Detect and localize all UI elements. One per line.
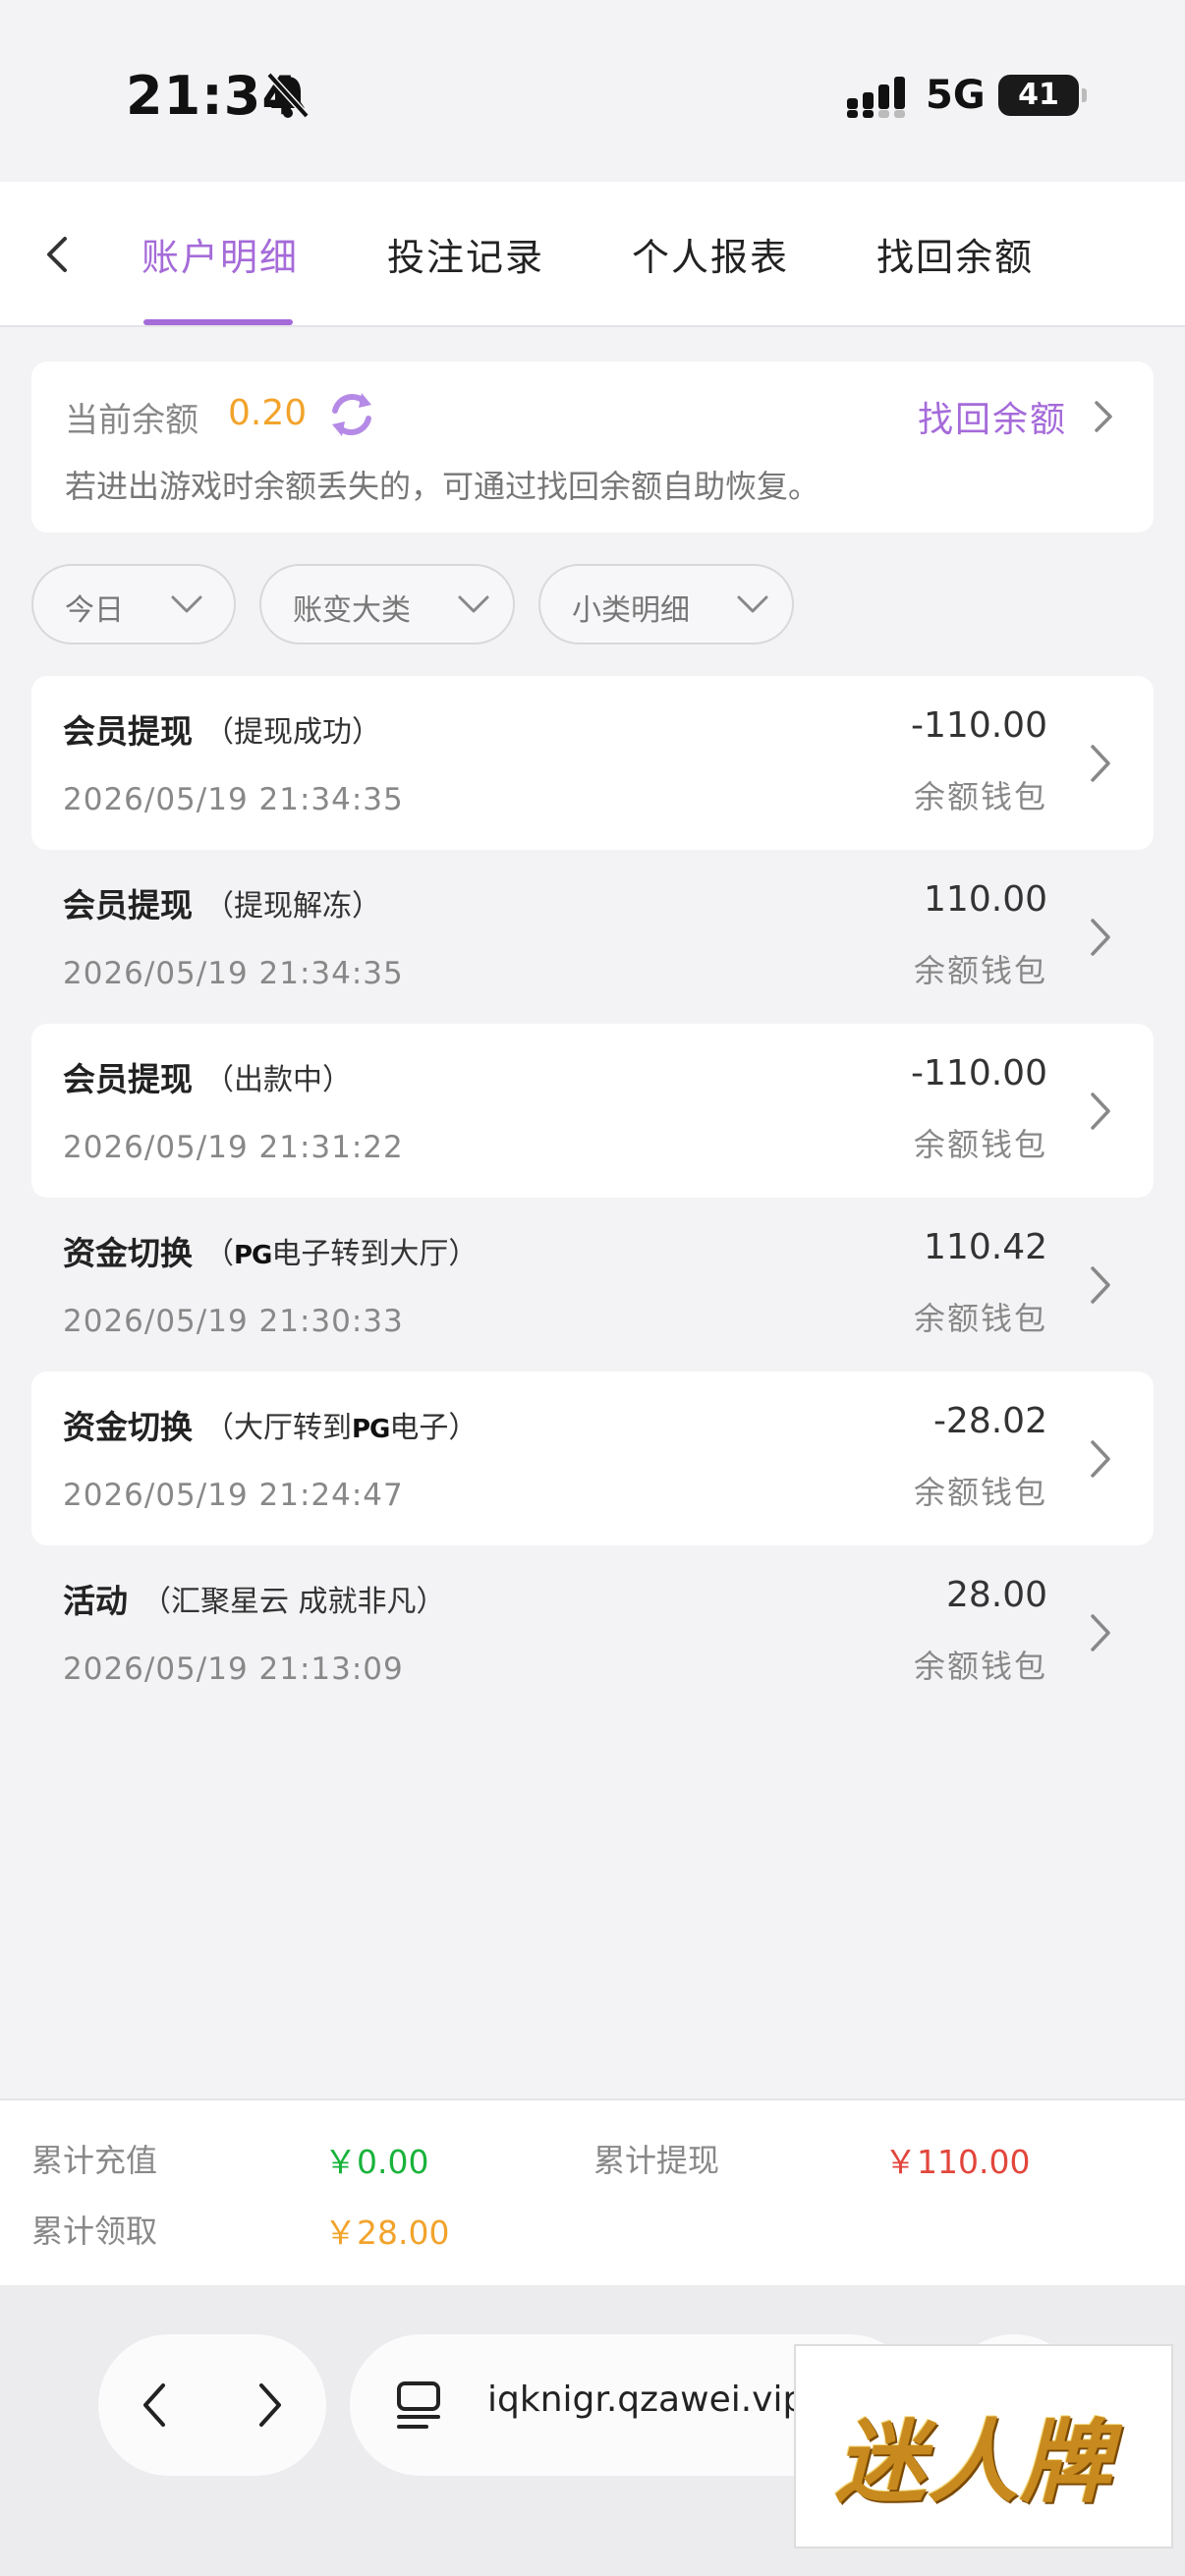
pg-brand: PG <box>352 1415 390 1444</box>
detail-suffix: 电子） <box>389 1411 479 1445</box>
chevron-right-icon <box>1091 1440 1110 1478</box>
filter-date-dropdown[interactable]: 今日 <box>31 564 236 644</box>
records-list: 会员提现 （提现成功） 2026/05/19 21:34:35 -110.00 … <box>31 676 1154 1719</box>
browser-back-icon[interactable] <box>136 2378 175 2433</box>
chevron-right-icon <box>1091 919 1110 956</box>
record-title: 资金切换 <box>63 1234 193 1272</box>
browser-nav-pill <box>98 2334 326 2476</box>
watermark-logo: 迷人牌 <box>794 2344 1173 2548</box>
chevron-right-icon <box>1091 1092 1110 1130</box>
record-date: 2026/05/19 21:34:35 <box>63 782 404 817</box>
list-item[interactable]: 活动 （汇聚星云 成就非凡） 2026/05/19 21:13:09 28.00… <box>31 1545 1154 1719</box>
record-amount: 110.42 <box>924 1227 1047 1267</box>
total-withdraw-value: ￥110.00 <box>884 2143 1031 2181</box>
record-detail: （提现成功） <box>204 715 381 750</box>
chevron-right-icon <box>1091 1614 1110 1652</box>
pg-brand: PG <box>234 1241 272 1270</box>
filter-category-label: 账变大类 <box>293 593 411 628</box>
list-item[interactable]: 会员提现 （提现成功） 2026/05/19 21:34:35 -110.00 … <box>31 676 1154 850</box>
signal-icon <box>847 77 905 118</box>
record-title: 会员提现 <box>63 712 193 751</box>
chevron-right-icon[interactable] <box>1089 397 1118 436</box>
recover-balance-link[interactable]: 找回余额 <box>918 391 1067 442</box>
total-recharge-value: ￥0.00 <box>324 2143 429 2181</box>
filter-category-dropdown[interactable]: 账变大类 <box>259 564 515 644</box>
tab-account-details[interactable]: 账户明细 <box>141 227 299 281</box>
total-claim-label: 累计领取 <box>31 2212 158 2250</box>
detail-suffix: 电子转到大厅） <box>271 1237 479 1271</box>
chevron-right-icon <box>1091 1266 1110 1304</box>
record-date: 2026/05/19 21:24:47 <box>63 1478 404 1513</box>
list-item[interactable]: 资金切换 （PG电子转到大厅） 2026/05/19 21:30:33 110.… <box>31 1198 1154 1372</box>
page-menu-icon[interactable] <box>393 2378 448 2433</box>
filter-subcategory-dropdown[interactable]: 小类明细 <box>538 564 794 644</box>
browser-forward-icon[interactable] <box>250 2378 289 2433</box>
record-detail: （出款中） <box>204 1063 352 1097</box>
balance-value: 0.20 <box>228 393 308 433</box>
filter-subcategory-label: 小类明细 <box>572 593 690 628</box>
total-recharge-label: 累计充值 <box>31 2142 158 2179</box>
balance-card: 当前余额 0.20 找回余额 若进出游戏时余额丢失的，可通过找回余额自助恢复。 <box>31 362 1154 532</box>
url-text: iqknigr.qzawei.vip <box>487 2380 806 2420</box>
watermark-logo-text: 迷人牌 <box>835 2409 1113 2515</box>
detail-prefix: （ <box>204 1237 234 1271</box>
bell-muted-icon <box>266 72 310 119</box>
record-title: 会员提现 <box>63 1060 193 1098</box>
summary-panel: 累计充值 ￥0.00 累计提现 ￥110.00 累计领取 ￥28.00 <box>0 2099 1185 2285</box>
record-title: 会员提现 <box>63 886 193 924</box>
chevron-down-icon <box>171 595 202 613</box>
record-amount: 28.00 <box>945 1575 1047 1615</box>
detail-prefix: （大厅转到 <box>204 1411 352 1445</box>
record-detail: （汇聚星云 成就非凡） <box>141 1585 446 1619</box>
record-wallet: 余额钱包 <box>913 1126 1047 1163</box>
battery-icon: 41 <box>998 75 1087 116</box>
record-date: 2026/05/19 21:30:33 <box>63 1304 404 1339</box>
record-amount: 110.00 <box>924 879 1047 920</box>
chevron-down-icon <box>458 595 489 613</box>
record-detail: （提现解冻） <box>204 889 381 924</box>
network-type: 5G <box>926 73 986 118</box>
list-item[interactable]: 会员提现 （提现解冻） 2026/05/19 21:34:35 110.00 余… <box>31 850 1154 1024</box>
active-tab-indicator <box>143 319 293 325</box>
total-withdraw-label: 累计提现 <box>593 2142 720 2179</box>
list-item[interactable]: 会员提现 （出款中） 2026/05/19 21:31:22 -110.00 余… <box>31 1024 1154 1198</box>
record-date: 2026/05/19 21:13:09 <box>63 1652 404 1687</box>
balance-hint: 若进出游戏时余额丢失的，可通过找回余额自助恢复。 <box>65 468 820 505</box>
back-chevron-icon[interactable] <box>29 225 88 284</box>
record-wallet: 余额钱包 <box>913 952 1047 989</box>
record-wallet: 余额钱包 <box>913 1648 1047 1685</box>
record-amount: -110.00 <box>911 705 1047 746</box>
refresh-icon[interactable] <box>326 389 377 440</box>
battery-level: 41 <box>1018 78 1059 112</box>
tab-header: 账户明细 投注记录 个人报表 找回余额 <box>0 182 1185 327</box>
record-detail: （PG电子转到大厅） <box>204 1229 478 1272</box>
record-date: 2026/05/19 21:31:22 <box>63 1130 404 1165</box>
record-amount: -28.02 <box>932 1401 1047 1441</box>
record-title: 资金切换 <box>63 1408 193 1446</box>
filter-date-label: 今日 <box>65 593 124 628</box>
record-title: 活动 <box>63 1582 128 1620</box>
tab-recover-balance[interactable]: 找回余额 <box>876 227 1034 281</box>
record-date: 2026/05/19 21:34:35 <box>63 956 404 991</box>
chevron-right-icon <box>1091 745 1110 782</box>
chevron-down-icon <box>737 595 768 613</box>
list-item[interactable]: 资金切换 （大厅转到PG电子） 2026/05/19 21:24:47 -28.… <box>31 1372 1154 1545</box>
record-amount: -110.00 <box>911 1053 1047 1093</box>
total-claim-value: ￥28.00 <box>324 2213 450 2252</box>
record-wallet: 余额钱包 <box>913 778 1047 815</box>
tab-bet-records[interactable]: 投注记录 <box>387 227 544 281</box>
balance-label: 当前余额 <box>65 401 198 440</box>
status-bar: 21:34 5G 41 <box>0 0 1185 182</box>
record-wallet: 余额钱包 <box>913 1300 1047 1337</box>
record-wallet: 余额钱包 <box>913 1474 1047 1511</box>
record-detail: （大厅转到PG电子） <box>204 1403 478 1446</box>
tab-personal-report[interactable]: 个人报表 <box>632 227 789 281</box>
